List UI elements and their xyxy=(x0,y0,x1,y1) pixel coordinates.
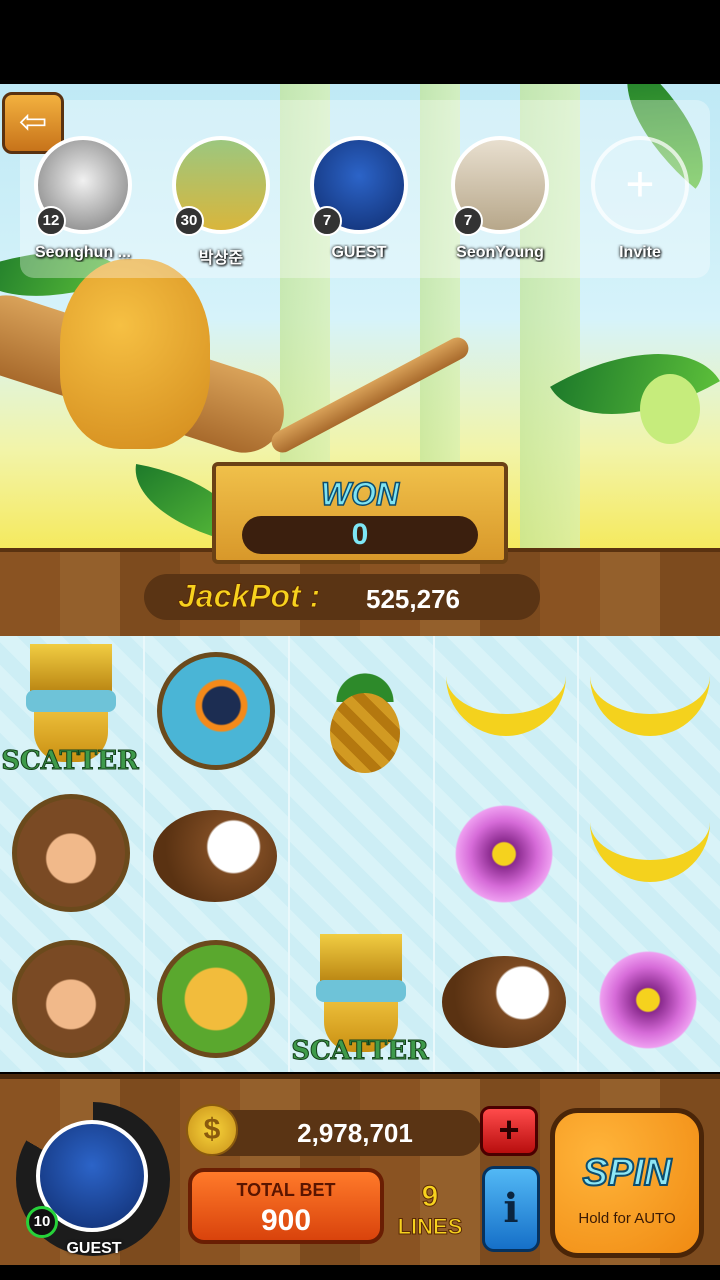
friend-slot[interactable]: 7 GUEST xyxy=(294,136,424,262)
orchid-symbol xyxy=(578,930,718,1070)
invite-button[interactable]: + Invite xyxy=(575,136,705,262)
friend-slot[interactable]: 30 박상준 xyxy=(156,136,286,268)
dollar-coin-icon: $ xyxy=(186,1104,238,1156)
level-badge: 30 xyxy=(174,206,204,236)
coconut-symbol xyxy=(145,784,285,924)
reel-column xyxy=(145,636,290,1072)
orchid-symbol xyxy=(434,784,574,924)
slot-reels[interactable]: SCATTER SCATTER xyxy=(0,636,720,1072)
jackpot-value: 525,276 xyxy=(366,584,460,614)
empty-symbol xyxy=(290,784,430,924)
won-label: WON xyxy=(320,475,400,513)
invite-label: Invite xyxy=(619,244,661,261)
reel-column: SCATTER xyxy=(290,636,435,1072)
level-badge: 7 xyxy=(312,206,342,236)
info-icon: i xyxy=(503,1185,519,1232)
coconut-symbol xyxy=(434,930,574,1070)
player-level-badge: 10 xyxy=(26,1206,58,1238)
scatter-mask-symbol: SCATTER xyxy=(0,640,140,780)
level-badge: 12 xyxy=(36,206,66,236)
total-bet-label: TOTAL BET xyxy=(236,1180,336,1200)
friend-name: GUEST xyxy=(331,244,387,261)
add-coins-button[interactable]: + xyxy=(480,1106,538,1156)
reel-column xyxy=(578,636,720,1072)
spin-label: SPIN xyxy=(582,1151,673,1195)
toucan-symbol xyxy=(145,642,285,782)
banana-symbol xyxy=(434,646,574,786)
friend-name: SeonYoung xyxy=(456,244,544,261)
coin-balance: 2,978,701 xyxy=(297,1118,413,1148)
friend-slot[interactable]: 7 SeonYoung xyxy=(435,136,565,262)
friend-name: 박상준 xyxy=(198,250,244,267)
plus-icon: + xyxy=(498,1109,520,1150)
jaguar-character xyxy=(60,259,210,449)
jackpot-label: JackPot : xyxy=(177,578,321,615)
won-value: 0 xyxy=(242,516,478,554)
info-button[interactable]: i xyxy=(482,1166,540,1252)
banana-symbol xyxy=(578,646,718,786)
won-panel: WON 0 xyxy=(212,462,508,564)
banana-symbol xyxy=(578,792,718,932)
player-name: GUEST xyxy=(66,1240,122,1257)
scatter-label: SCATTER xyxy=(291,1036,429,1067)
flower-decoration xyxy=(640,374,700,444)
pineapple-symbol xyxy=(290,638,430,778)
reel-column xyxy=(434,636,579,1072)
reel-column: SCATTER xyxy=(0,636,145,1072)
scatter-label: SCATTER xyxy=(1,746,139,777)
friend-name: Seonghun ... xyxy=(35,244,131,261)
lines-label: LINES xyxy=(397,1214,463,1240)
plus-icon: + xyxy=(591,136,689,234)
monkey-symbol xyxy=(0,930,140,1070)
spin-hint: Hold for AUTO xyxy=(578,1210,676,1227)
level-badge: 7 xyxy=(453,206,483,236)
scatter-mask-symbol: SCATTER xyxy=(290,930,430,1070)
monkey-symbol xyxy=(0,784,140,924)
jaguar-symbol xyxy=(145,930,285,1070)
total-bet-value: 900 xyxy=(260,1204,312,1237)
lines-count: 9 xyxy=(421,1180,439,1214)
friend-slot[interactable]: 12 Seonghun ... xyxy=(18,136,148,262)
